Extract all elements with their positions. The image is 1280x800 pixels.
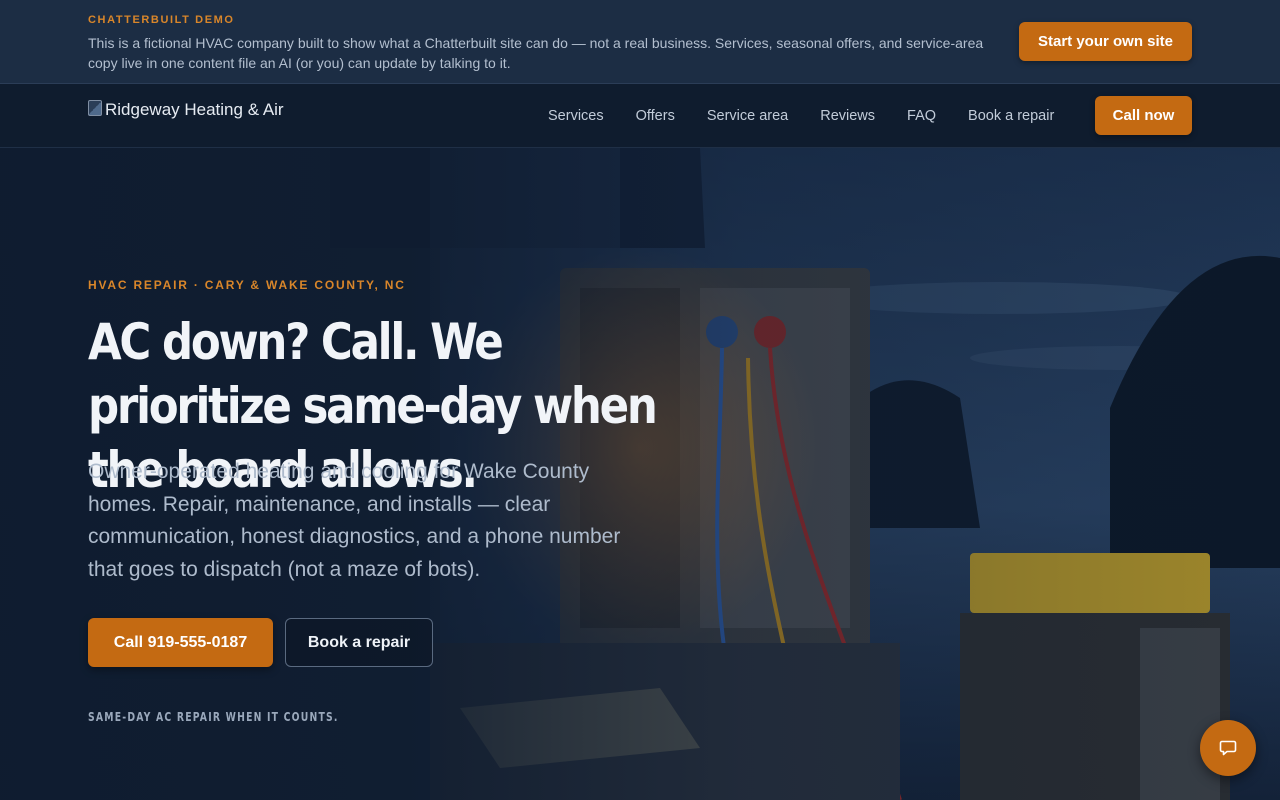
demo-description: This is a fictional HVAC company built t…: [88, 35, 984, 71]
demo-banner: CHATTERBUILT DEMO This is a fictional HV…: [0, 0, 1280, 84]
chat-bubble-icon: [1219, 740, 1237, 756]
book-a-repair-button[interactable]: Book a repair: [285, 618, 433, 667]
nav-link-service-area[interactable]: Service area: [707, 108, 788, 124]
demo-eyebrow: CHATTERBUILT DEMO: [88, 14, 235, 26]
hero-tagline: SAME-DAY AC REPAIR WHEN IT COUNTS.: [88, 710, 339, 724]
logo-text: Ridgeway Heating & Air: [105, 100, 284, 119]
chat-button[interactable]: [1200, 720, 1256, 776]
nav-link-offers[interactable]: Offers: [636, 108, 675, 124]
site-logo[interactable]: Ridgeway Heating & Air: [88, 100, 284, 120]
main-nav: Services Offers Service area Reviews FAQ…: [548, 96, 1086, 135]
broken-image-icon: [88, 100, 102, 116]
nav-link-reviews[interactable]: Reviews: [820, 108, 875, 124]
start-your-own-site-button[interactable]: Start your own site: [1019, 22, 1192, 61]
call-phone-button[interactable]: Call 919-555-0187: [88, 618, 273, 667]
hero-subcopy: Owner-operated heating and cooling for W…: [88, 460, 621, 581]
nav-link-services[interactable]: Services: [548, 108, 604, 124]
nav-link-book-a-repair[interactable]: Book a repair: [968, 108, 1054, 124]
nav-link-faq[interactable]: FAQ: [907, 108, 936, 124]
hero-eyebrow: HVAC REPAIR · CARY & WAKE COUNTY, NC: [88, 278, 406, 292]
call-now-button[interactable]: Call now: [1095, 96, 1192, 135]
